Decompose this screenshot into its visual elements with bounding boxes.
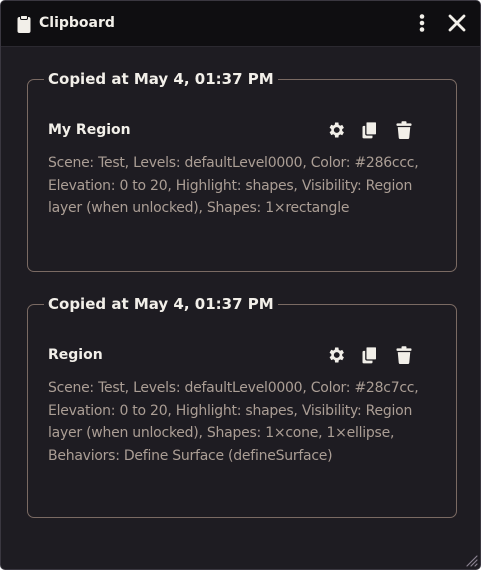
clipboard-window: Clipboard Copied at May 4, 01:37 PM My R… [0,0,481,570]
clipboard-entry: Copied at May 4, 01:37 PM Region Scene: … [27,293,457,518]
close-icon[interactable] [447,13,467,33]
copied-timestamp: Copied at May 4, 01:37 PM [44,68,278,90]
window-title: Clipboard [39,15,115,31]
resize-handle-icon[interactable] [464,553,478,567]
entry-name: Region [48,347,103,363]
gear-icon[interactable] [326,344,346,366]
gear-icon[interactable] [326,119,346,141]
entry-name: My Region [48,122,131,138]
window-titlebar[interactable]: Clipboard [1,1,480,47]
entry-description: Scene: Test, Levels: defaultLevel0000, C… [48,155,419,216]
copy-icon[interactable] [360,119,380,141]
entry-description: Scene: Test, Levels: defaultLevel0000, C… [48,380,419,464]
copied-timestamp: Copied at May 4, 01:37 PM [44,293,278,315]
copy-icon[interactable] [360,344,380,366]
clipboard-entry: Copied at May 4, 01:37 PM My Region Scen… [27,68,457,272]
trash-icon[interactable] [394,119,414,141]
kebab-menu-icon[interactable] [413,13,431,33]
clipboard-icon [17,15,31,33]
trash-icon[interactable] [394,344,414,366]
